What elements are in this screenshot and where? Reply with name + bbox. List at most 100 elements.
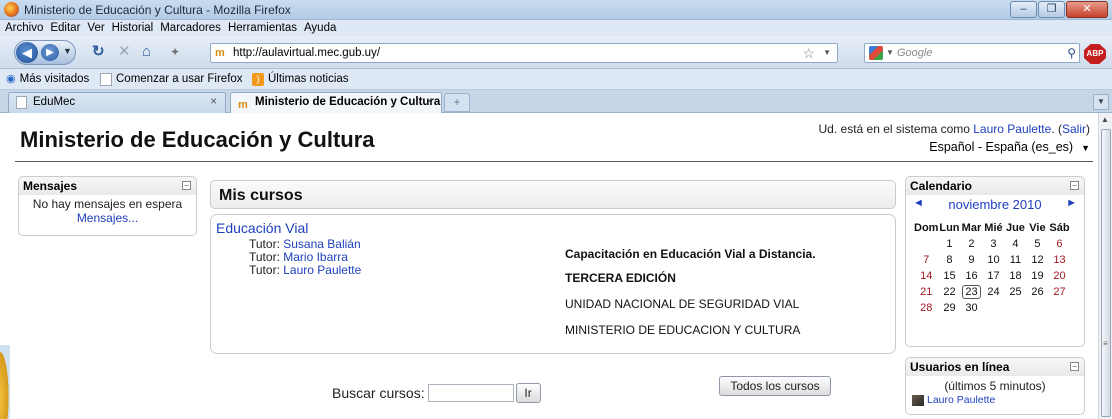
messages-title: Mensajes — [23, 179, 78, 193]
language-select[interactable]: Español - España (es_es) ▼ — [929, 140, 1090, 154]
close-tab-icon[interactable]: × — [426, 93, 433, 112]
weekday-label: Sáb — [1049, 221, 1070, 234]
address-bar[interactable]: m http://aulavirtual.mec.gub.uy/ ☆ ▼ — [210, 43, 838, 63]
calendar-day: 16 — [965, 270, 978, 282]
search-go-button[interactable]: Ir — [515, 383, 541, 403]
next-month-icon[interactable]: ► — [1066, 197, 1077, 209]
online-user-link[interactable]: Lauro Paulette — [927, 394, 995, 406]
smart-bookmark-icon: ◉ — [6, 73, 16, 85]
calendar-day: 18 — [1009, 270, 1022, 282]
page-icon — [16, 96, 27, 109]
tab-ministerio[interactable]: m Ministerio de Educación y Cultura × — [230, 92, 442, 113]
calendar-block: Calendario − ◄ noviembre 2010 ► Dom Lun … — [905, 176, 1085, 347]
calendar-header: Calendario − — [906, 177, 1084, 195]
history-dropdown-icon[interactable]: ▼ — [63, 46, 72, 56]
logout-link[interactable]: Salir — [1062, 122, 1086, 136]
bookmark-star-icon[interactable]: ☆ — [802, 45, 815, 62]
bookmark-mas-visitados[interactable]: ◉ Más visitados — [6, 69, 89, 90]
window-titlebar: Ministerio de Educación y Cultura - Mozi… — [0, 0, 1112, 20]
scrollbar-thumb[interactable] — [1101, 129, 1111, 417]
my-courses-title: Mis cursos — [219, 187, 303, 204]
tutor-link[interactable]: Lauro Paulette — [283, 263, 361, 277]
search-courses-input[interactable] — [427, 384, 514, 402]
stop-icon[interactable]: ✕ — [118, 44, 131, 60]
calendar-day: 25 — [1009, 286, 1022, 298]
bookmark-ultimas-noticias[interactable]: ) Últimas noticias — [252, 69, 349, 90]
collapse-icon[interactable]: − — [1070, 362, 1079, 371]
menu-editar[interactable]: Editar — [50, 20, 80, 36]
calendar-grid: Dom Lun Mar Mié Jue Vie Sáb 1 2 3 4 5 6 … — [914, 219, 1070, 316]
calendar-day — [982, 300, 1004, 316]
collapse-icon[interactable]: − — [182, 181, 191, 190]
messages-header: Mensajes − — [19, 177, 196, 195]
calendar-day: 1 — [946, 238, 953, 250]
calendar-day: 6 — [1056, 238, 1063, 250]
minimize-button[interactable]: – — [1010, 1, 1037, 18]
vertical-scrollbar[interactable]: ▲ ≡ — [1098, 113, 1112, 419]
calendar-day: 3 — [990, 238, 997, 250]
google-engine-icon[interactable] — [869, 46, 883, 60]
bookmark-comenzar-firefox[interactable]: Comenzar a usar Firefox — [100, 69, 243, 90]
calendar-day: 4 — [1012, 238, 1019, 250]
messages-link[interactable]: Mensajes... — [77, 211, 138, 225]
close-window-button[interactable]: ✕ — [1066, 1, 1108, 18]
user-profile-link[interactable]: Lauro Paulette — [973, 122, 1051, 136]
calendar-day: 14 — [920, 270, 933, 282]
forward-arrow-icon[interactable]: ▶ — [41, 44, 59, 61]
calendar-day — [1026, 300, 1048, 316]
page-content: Ministerio de Educación y Cultura Ud. es… — [0, 113, 1098, 419]
collapse-icon[interactable]: − — [1070, 181, 1079, 190]
calendar-day: 12 — [1031, 254, 1044, 266]
menu-herramientas[interactable]: Herramientas — [228, 20, 297, 36]
avatar — [912, 394, 924, 406]
close-tab-icon[interactable]: × — [210, 93, 217, 112]
weekday-label: Mié — [984, 221, 1003, 234]
menu-archivo[interactable]: Archivo — [5, 20, 43, 36]
calendar-month[interactable]: noviembre 2010 — [906, 197, 1084, 212]
back-arrow-icon[interactable]: ◀ — [16, 42, 38, 63]
menu-marcadores[interactable]: Marcadores — [160, 20, 221, 36]
search-placeholder[interactable]: Google — [897, 47, 932, 59]
new-tab-button[interactable]: + — [444, 93, 470, 112]
menu-historial[interactable]: Historial — [112, 20, 154, 36]
tab-edumec[interactable]: EduMec × — [8, 92, 226, 113]
adblock-plus-icon[interactable]: ABP — [1084, 44, 1106, 64]
maximize-button[interactable]: ❐ — [1038, 1, 1065, 18]
tab-list-dropdown-icon[interactable]: ▼ — [1093, 94, 1109, 110]
addon-icon[interactable]: ✦ — [170, 44, 180, 60]
window-controls: – ❐ ✕ — [1010, 1, 1108, 18]
my-courses-header: Mis cursos — [210, 180, 896, 209]
online-users-title: Usuarios en línea — [910, 360, 1010, 374]
messages-block: Mensajes − No hay mensajes en espera Men… — [18, 176, 197, 236]
calendar-day: 11 — [1009, 254, 1022, 266]
url-dropdown-icon[interactable]: ▼ — [823, 48, 831, 57]
course-summary-line: UNIDAD NACIONAL DE SEGURIDAD VIAL — [565, 297, 800, 311]
home-icon[interactable]: ⌂ — [142, 44, 151, 60]
menu-ayuda[interactable]: Ayuda — [304, 20, 336, 36]
scroll-up-icon[interactable]: ▲ — [1101, 115, 1109, 124]
weekday-label: Mar — [961, 221, 982, 234]
search-magnifier-icon[interactable]: ⚲ — [1067, 46, 1076, 60]
course-summary-line: MINISTERIO DE EDUCACION Y CULTURA — [565, 323, 801, 337]
search-bar[interactable]: ▼ Google ⚲ — [864, 43, 1080, 63]
week-row: 1 2 3 4 5 6 — [914, 236, 1070, 252]
weekday-label: Vie — [1029, 221, 1046, 234]
course-box: Educación Vial Tutor: Susana Balián Tuto… — [210, 214, 896, 354]
course-summary-line: TERCERA EDICIÓN — [565, 271, 676, 285]
address-url[interactable]: http://aulavirtual.mec.gub.uy/ — [233, 47, 380, 59]
chevron-down-icon: ▼ — [1081, 143, 1090, 153]
calendar-day: 5 — [1034, 238, 1041, 250]
weekday-row: Dom Lun Mar Mié Jue Vie Sáb — [914, 219, 1070, 236]
calendar-day: 7 — [923, 254, 930, 266]
calendar-today: 23 — [960, 284, 982, 300]
all-courses-button[interactable]: Todos los cursos — [719, 376, 831, 396]
tutor-row: Tutor: Lauro Paulette — [249, 263, 362, 277]
calendar-day: 13 — [1053, 254, 1066, 266]
tutor-link[interactable]: Susana Balián — [283, 237, 360, 251]
tutor-link[interactable]: Mario Ibarra — [283, 250, 348, 264]
engine-dropdown-icon[interactable]: ▼ — [886, 48, 894, 57]
reload-icon[interactable]: ↻ — [92, 44, 105, 60]
course-link[interactable]: Educación Vial — [216, 220, 308, 236]
calendar-day: 29 — [943, 302, 956, 314]
menu-ver[interactable]: Ver — [87, 20, 104, 36]
